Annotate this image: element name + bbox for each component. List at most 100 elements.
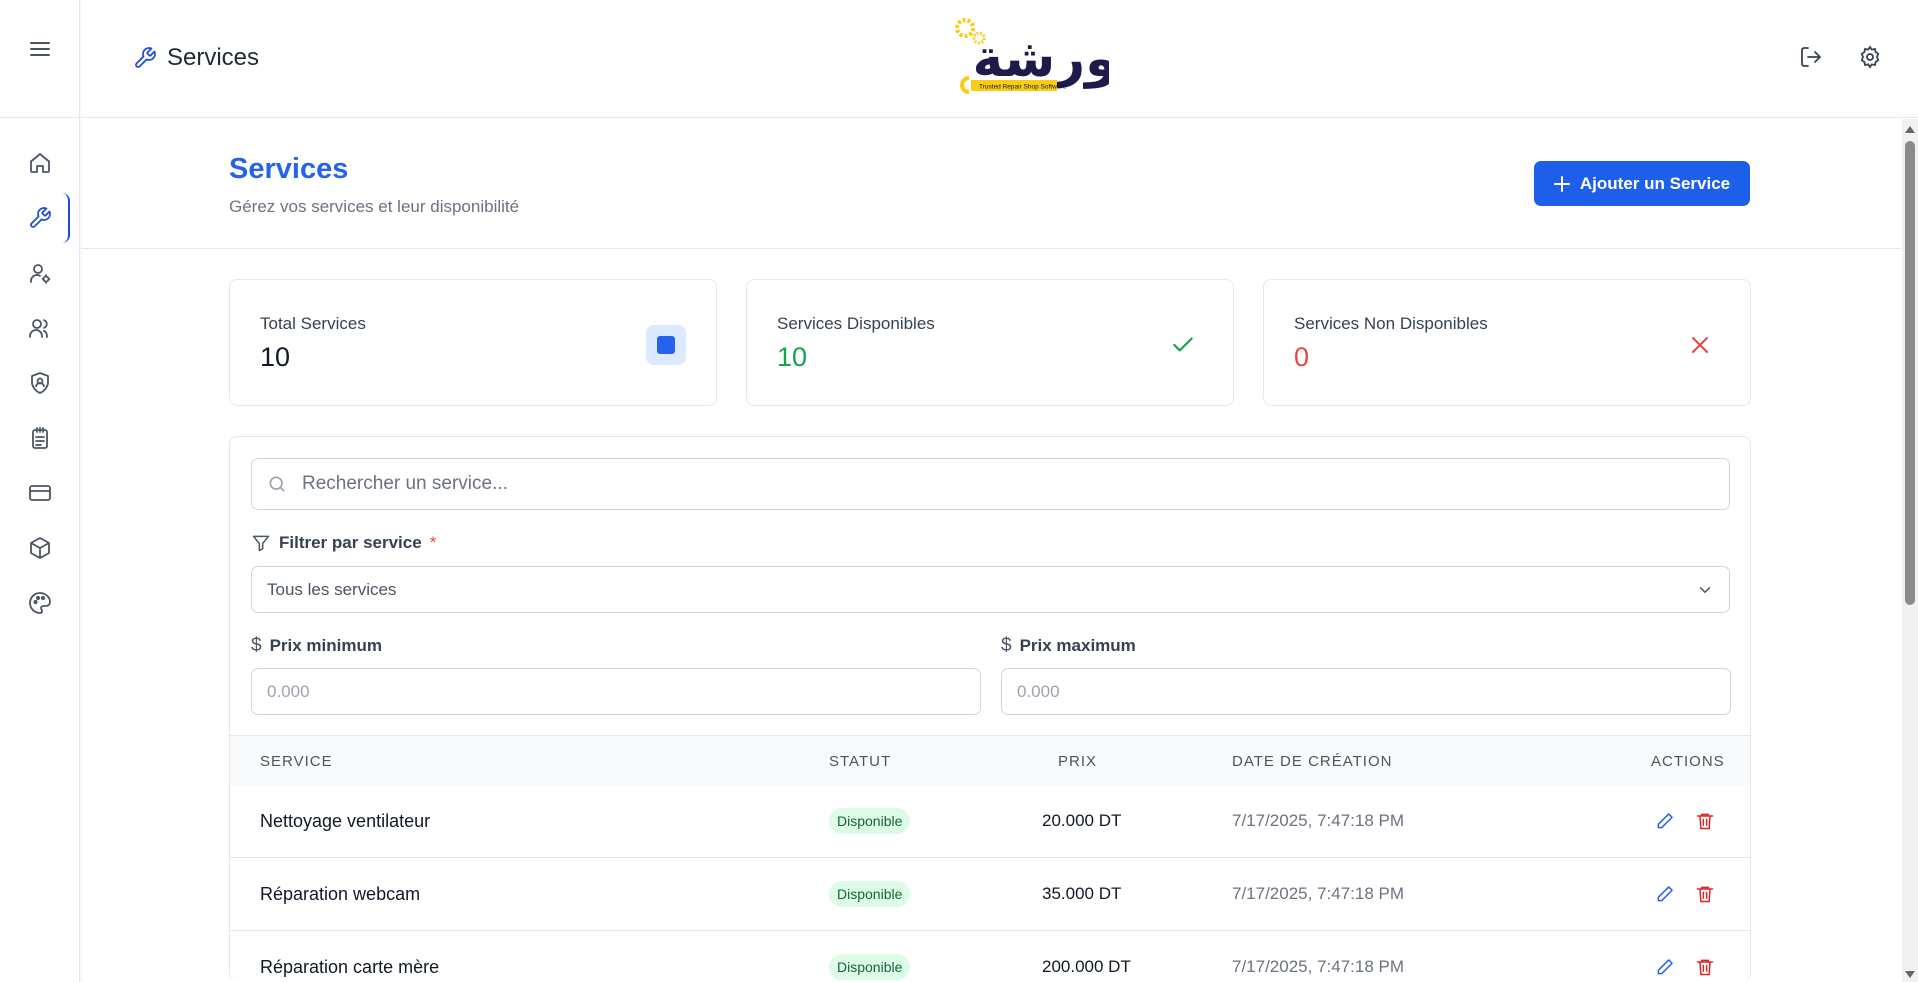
sidebar-item-tasks[interactable] [24, 422, 56, 454]
scrollbar-thumb[interactable] [1905, 141, 1915, 605]
price-max-label-group: $ Prix maximum [1001, 635, 1136, 657]
sidebar-item-products[interactable] [24, 532, 56, 564]
pencil-icon [1657, 886, 1673, 902]
column-header-date: Date de création [1232, 753, 1393, 770]
header-title: Services [167, 44, 260, 71]
logout-button[interactable] [1796, 42, 1826, 72]
brand-logo: ورشة Trusted Repair Shop Software [955, 18, 1109, 94]
trash-icon [1696, 813, 1714, 830]
table-row: Nettoyage ventilateur Disponible 20.000 … [230, 785, 1750, 858]
search-input[interactable] [302, 473, 1702, 495]
sidebar-item-clients[interactable] [24, 312, 56, 344]
service-name: Réparation webcam [260, 884, 421, 904]
price-min-label: Prix minimum [269, 636, 382, 655]
price-max-label: Prix maximum [1019, 636, 1136, 655]
column-header-service: Service [260, 753, 333, 770]
home-icon [30, 153, 50, 173]
sidebar-item-theme[interactable] [24, 587, 56, 619]
service-date: 7/17/2025, 7:47:18 PM [1232, 884, 1405, 903]
service-name: Réparation carte mère [260, 957, 440, 977]
edit-button[interactable] [1653, 955, 1677, 979]
service-price: 200.000 DT [1042, 957, 1131, 976]
app-root: Services ورشة Trusted Repair Shop Softwa… [0, 0, 1918, 982]
shield-user-icon [31, 372, 49, 394]
pencil-icon [1657, 959, 1673, 975]
price-max-input[interactable] [1001, 668, 1731, 715]
sidebar-item-home[interactable] [24, 147, 56, 179]
clipboard-icon [32, 427, 48, 449]
delete-button[interactable] [1693, 882, 1717, 906]
trash-icon [1696, 886, 1714, 903]
gear-icon [1860, 45, 1880, 69]
logout-icon [1801, 47, 1821, 67]
sidebar-item-payments[interactable] [24, 477, 56, 509]
dollar-icon: $ [1001, 635, 1012, 656]
stat-card-available: Services Disponibles 10 [746, 279, 1234, 406]
required-marker: * [429, 533, 437, 552]
credit-card-icon [29, 485, 51, 501]
header-title-group: Services [133, 44, 259, 72]
logo-tagline: Trusted Repair Shop Software [979, 84, 1067, 91]
stat-label: Services Disponibles [777, 314, 935, 333]
user-cog-icon [30, 264, 51, 284]
column-header-status: Statut [829, 753, 892, 770]
plus-icon [1553, 175, 1570, 192]
filter-icon [252, 535, 270, 552]
sidebar [0, 0, 80, 982]
service-filter-label: Filtrer par service [279, 533, 422, 552]
stat-label: Total Services [260, 314, 366, 333]
price-min-input[interactable] [251, 668, 981, 715]
sidebar-item-user-settings[interactable] [24, 257, 56, 289]
settings-button[interactable] [1855, 42, 1885, 72]
add-service-button[interactable]: Ajouter un Service [1534, 161, 1750, 206]
scroll-up-arrow-icon[interactable] [1905, 126, 1915, 133]
table-header: Service Statut Prix Date de création Act… [230, 735, 1750, 785]
table-row: Réparation carte mère Disponible 200.000… [230, 931, 1750, 982]
service-filter-select[interactable]: Tous les services [251, 566, 1730, 613]
scroll-down-arrow-icon[interactable] [1905, 971, 1915, 978]
stat-card-unavailable: Services Non Disponibles 0 [1263, 279, 1751, 406]
service-price: 35.000 DT [1042, 884, 1122, 903]
column-header-actions: Actions [1651, 753, 1725, 770]
menu-icon[interactable] [27, 36, 53, 62]
page-scrollbar[interactable] [1902, 119, 1918, 982]
trash-icon [1696, 959, 1714, 976]
services-panel: Filtrer par service * Tous les services … [229, 436, 1751, 982]
status-badge: Disponible [829, 954, 911, 980]
wrench-icon [135, 47, 156, 68]
page-title: Services [229, 153, 349, 185]
service-filter-value: Tous les services [267, 579, 397, 599]
sidebar-divider [0, 117, 80, 118]
stat-value: 10 [777, 342, 808, 372]
wrench-icon [30, 207, 51, 228]
delete-button[interactable] [1693, 955, 1717, 979]
search-icon [252, 474, 302, 494]
stat-value: 0 [1294, 342, 1310, 372]
stat-label: Services Non Disponibles [1294, 314, 1488, 333]
palette-icon [29, 592, 51, 614]
chevron-down-icon [1699, 586, 1711, 593]
delete-button[interactable] [1693, 809, 1717, 833]
stat-card-total: Total Services 10 [229, 279, 717, 406]
edit-button[interactable] [1653, 882, 1677, 906]
service-filter-label-group: Filtrer par service * [251, 533, 436, 553]
top-header: Services ورشة Trusted Repair Shop Softwa… [81, 0, 1918, 118]
dollar-icon: $ [251, 635, 262, 656]
price-min-label-group: $ Prix minimum [251, 635, 382, 657]
search-box [251, 458, 1730, 510]
x-icon [1680, 325, 1720, 365]
page-subtitle: Gérez vos services et leur disponibilité [229, 197, 520, 216]
table-row: Réparation webcam Disponible 35.000 DT 7… [230, 858, 1750, 931]
sidebar-item-services[interactable] [24, 193, 70, 243]
sidebar-item-security[interactable] [24, 367, 56, 399]
check-icon [1163, 325, 1203, 365]
page-header: Services Gérez vos services et leur disp… [81, 119, 1901, 249]
column-header-price: Prix [1058, 753, 1098, 770]
service-price: 20.000 DT [1042, 811, 1122, 830]
edit-button[interactable] [1653, 809, 1677, 833]
add-service-label: Ajouter un Service [1579, 173, 1731, 193]
service-date: 7/17/2025, 7:47:18 PM [1232, 811, 1405, 830]
stat-value: 10 [260, 342, 291, 372]
status-badge: Disponible [829, 881, 911, 907]
box-icon [30, 537, 50, 559]
